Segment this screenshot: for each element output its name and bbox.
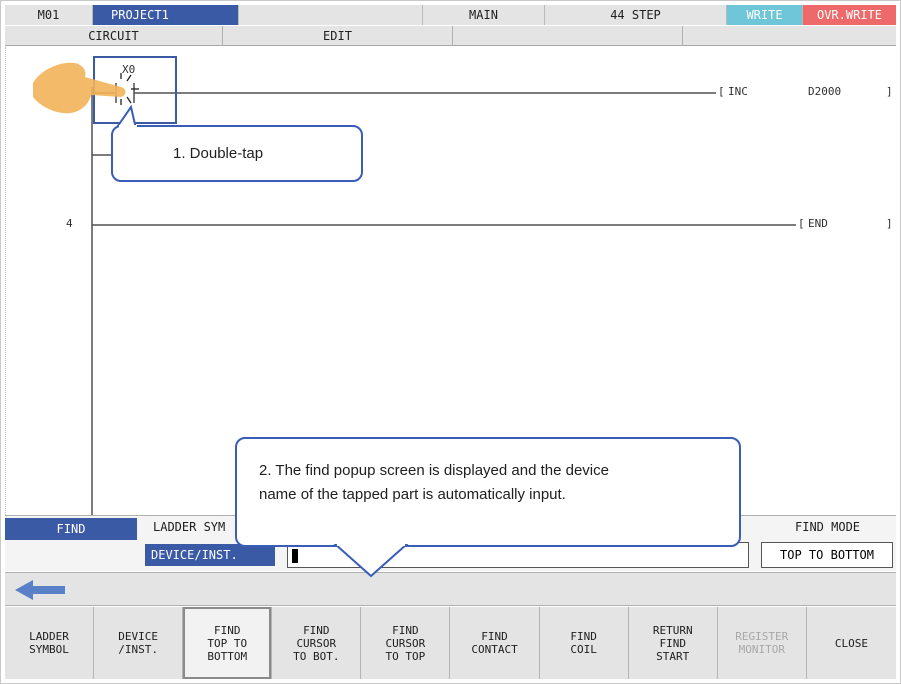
plc-station: M01 — [5, 5, 93, 25]
instruction-inc: INC — [728, 85, 748, 98]
step-number: 4 — [66, 217, 73, 230]
bracket-open: [ — [798, 217, 805, 230]
find-mode-value[interactable]: TOP TO BOTTOM — [761, 542, 893, 568]
status-bar: M01 PROJECT1 MAIN 44 STEP WRITE OVR.WRIT… — [5, 5, 896, 25]
find-cursor-to-top-button[interactable]: FIND CURSOR TO TOP — [361, 607, 451, 679]
got-screen: M01 PROJECT1 MAIN 44 STEP WRITE OVR.WRIT… — [0, 0, 901, 684]
find-coil-button[interactable]: FIND COIL — [540, 607, 629, 679]
find-title: FIND — [5, 518, 137, 540]
device-inst-tag: DEVICE/INST. — [145, 544, 275, 566]
bracket-close: ] — [886, 85, 893, 98]
bracket-close: ] — [886, 217, 893, 230]
callout-step-2: 2. The find popup screen is displayed an… — [235, 437, 741, 547]
callout-2-line-1: 2. The find popup screen is displayed an… — [259, 462, 609, 479]
find-cursor-to-bottom-button[interactable]: FIND CURSOR TO BOT. — [272, 607, 362, 679]
callout-step-1: 1. Double-tap — [111, 125, 363, 182]
callout-1-text: 1. Double-tap — [173, 145, 264, 162]
program-name: MAIN — [423, 5, 545, 25]
write-mode-badge: WRITE — [727, 5, 803, 25]
navigation-bar — [5, 572, 896, 606]
step-count: 44 STEP — [545, 5, 727, 25]
device-inst-button[interactable]: DEVICE /INST. — [94, 607, 184, 679]
status-blank — [239, 5, 423, 25]
text-caret — [292, 548, 298, 563]
ladder-symbol-button[interactable]: LADDER SYMBOL — [5, 607, 95, 679]
function-key-bar: LADDER SYMBOL DEVICE /INST. FIND TOP TO … — [5, 607, 896, 679]
instruction-end: END — [808, 217, 828, 230]
instruction-operand: D2000 — [808, 85, 842, 98]
callout-2-line-2: name of the tapped part is automatically… — [259, 486, 566, 503]
callout-1-tail-mask — [119, 125, 137, 131]
close-button[interactable]: CLOSE — [807, 607, 896, 679]
overwrite-mode-badge: OVR.WRITE — [803, 5, 896, 25]
tab-empty — [453, 26, 683, 46]
tab-empty — [683, 26, 896, 46]
return-find-start-button[interactable]: RETURN FIND START — [629, 607, 718, 679]
left-arrow-icon[interactable] — [9, 575, 79, 605]
callout-2-tail — [333, 544, 409, 578]
tab-circuit[interactable]: CIRCUIT — [5, 26, 223, 46]
find-mode-label: FIND MODE — [795, 520, 861, 534]
register-monitor-button[interactable]: REGISTER MONITOR — [718, 607, 807, 679]
find-type-label: LADDER SYM — [153, 520, 226, 534]
find-contact-button[interactable]: FIND CONTACT — [450, 607, 540, 679]
tab-edit[interactable]: EDIT — [223, 26, 453, 46]
project-name: PROJECT1 — [93, 5, 239, 25]
menu-tabs: CIRCUIT EDIT — [5, 26, 896, 46]
bracket-open: [ — [718, 85, 725, 98]
find-top-to-bottom-button[interactable]: FIND TOP TO BOTTOM — [183, 607, 273, 679]
